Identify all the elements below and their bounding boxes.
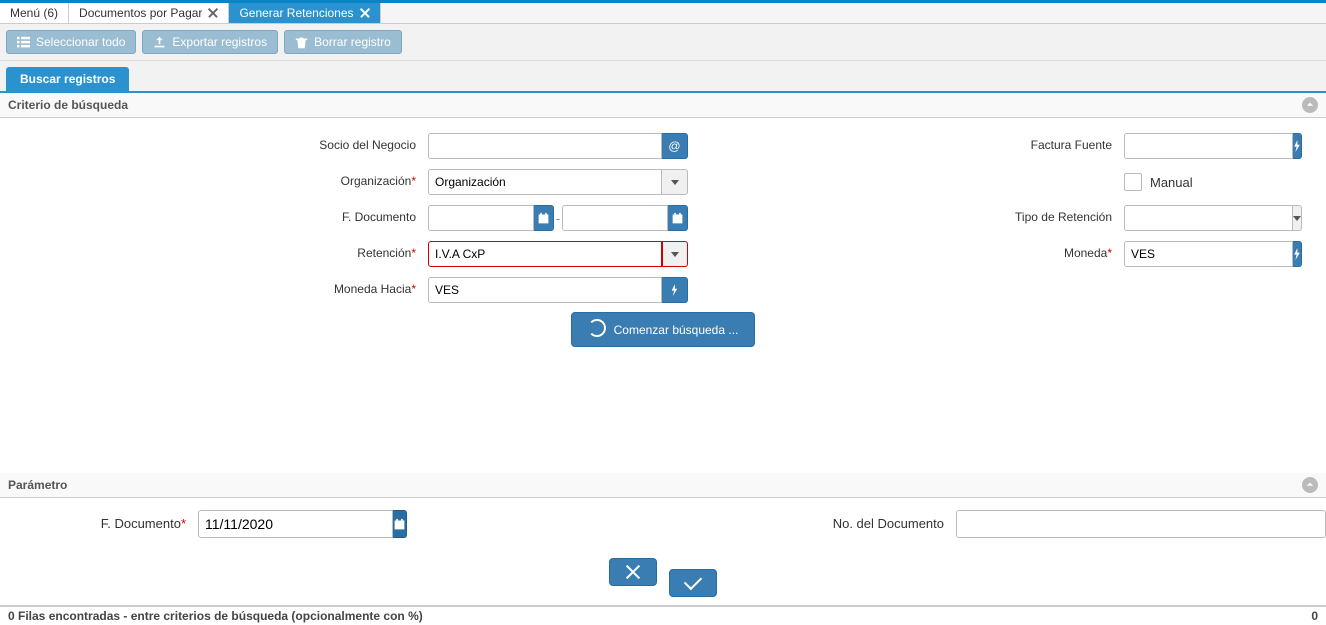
chevron-down-icon[interactable] <box>662 169 688 195</box>
label-nodoc: No. del Documento <box>758 517 948 532</box>
close-icon[interactable] <box>208 8 218 18</box>
tab-generar-retenciones[interactable]: Generar Retenciones <box>229 3 380 23</box>
window-tabs: Menú (6) Documentos por Pagar Generar Re… <box>0 0 1326 24</box>
search-criteria-form: Socio del Negocio Factura Fuente Organiz… <box>0 118 1326 353</box>
begin-search-button[interactable]: Comenzar búsqueda ... <box>571 312 756 347</box>
action-row <box>0 558 1326 605</box>
confirm-button[interactable] <box>669 569 717 597</box>
tab-genret-label: Generar Retenciones <box>239 6 353 20</box>
section-title-criteria: Criterio de búsqueda <box>8 98 128 112</box>
label-monedahacia: Moneda Hacia* <box>0 283 420 297</box>
section-header-param: Parámetro <box>0 473 1326 498</box>
nodoc-input[interactable] <box>956 510 1326 538</box>
status-text: 0 Filas encontradas - entre criterios de… <box>8 609 423 623</box>
section-header-criteria: Criterio de búsqueda <box>0 93 1326 118</box>
subtab-row: Buscar registros <box>0 61 1326 93</box>
delete-button[interactable]: Borrar registro <box>284 30 402 54</box>
tab-documentos-por-pagar[interactable]: Documentos por Pagar <box>69 3 229 23</box>
export-button[interactable]: Exportar registros <box>142 30 278 54</box>
label-organizacion: Organización* <box>0 175 420 189</box>
label-param-fdoc: F. Documento* <box>0 517 190 532</box>
lookup-icon[interactable] <box>1293 241 1302 267</box>
begin-search-label: Comenzar búsqueda ... <box>614 323 739 337</box>
monedahacia-select[interactable] <box>428 277 662 303</box>
tab-menu-label: Menú (6) <box>10 6 58 20</box>
retencion-select[interactable] <box>428 241 662 267</box>
factura-input[interactable] <box>1124 133 1293 159</box>
export-label: Exportar registros <box>172 35 267 49</box>
calendar-icon[interactable] <box>668 205 688 231</box>
collapse-icon[interactable] <box>1302 97 1318 113</box>
lookup-icon[interactable] <box>662 277 688 303</box>
param-fdoc-input[interactable] <box>198 510 393 538</box>
subtab-label: Buscar registros <box>20 72 115 86</box>
requery-icon[interactable] <box>662 133 688 159</box>
organizacion-select[interactable] <box>428 169 662 195</box>
param-form: F. Documento* No. del Documento <box>0 498 1326 558</box>
delete-label: Borrar registro <box>314 35 391 49</box>
refresh-icon <box>588 319 606 340</box>
chevron-down-icon[interactable] <box>1293 205 1302 231</box>
select-all-label: Seleccionar todo <box>36 35 125 49</box>
calendar-icon[interactable] <box>534 205 554 231</box>
label-retencion: Retención* <box>0 247 420 261</box>
status-bar: 0 Filas encontradas - entre criterios de… <box>0 605 1326 625</box>
collapse-icon[interactable] <box>1302 477 1318 493</box>
toolbar: Seleccionar todo Exportar registros Borr… <box>0 24 1326 61</box>
socio-input[interactable] <box>428 133 662 159</box>
label-manual: Manual <box>1150 175 1193 190</box>
label-factura: Factura Fuente <box>696 139 1116 153</box>
chevron-down-icon[interactable] <box>662 241 688 267</box>
tiporetencion-select[interactable] <box>1124 205 1293 231</box>
label-socio: Socio del Negocio <box>0 139 420 153</box>
section-title-param: Parámetro <box>8 478 67 492</box>
calendar-icon[interactable] <box>393 510 407 538</box>
tab-docpay-label: Documentos por Pagar <box>79 6 202 20</box>
lookup-icon[interactable] <box>1293 133 1302 159</box>
close-icon[interactable] <box>360 8 370 18</box>
fdoc-to-input[interactable] <box>562 205 668 231</box>
label-fdocumento: F. Documento <box>0 211 420 225</box>
label-moneda: Moneda* <box>696 247 1116 261</box>
list-icon <box>17 36 30 49</box>
label-tiporetencion: Tipo de Retención <box>696 211 1116 225</box>
range-separator: - <box>554 211 562 226</box>
select-all-button[interactable]: Seleccionar todo <box>6 30 136 54</box>
cancel-button[interactable] <box>609 558 657 586</box>
moneda-select[interactable] <box>1124 241 1293 267</box>
status-count: 0 <box>1311 609 1318 623</box>
subtab-buscar-registros[interactable]: Buscar registros <box>6 67 129 91</box>
manual-checkbox[interactable] <box>1124 173 1142 191</box>
fdoc-from-input[interactable] <box>428 205 534 231</box>
tab-menu[interactable]: Menú (6) <box>0 3 69 23</box>
export-icon <box>153 36 166 49</box>
trash-icon <box>295 36 308 49</box>
